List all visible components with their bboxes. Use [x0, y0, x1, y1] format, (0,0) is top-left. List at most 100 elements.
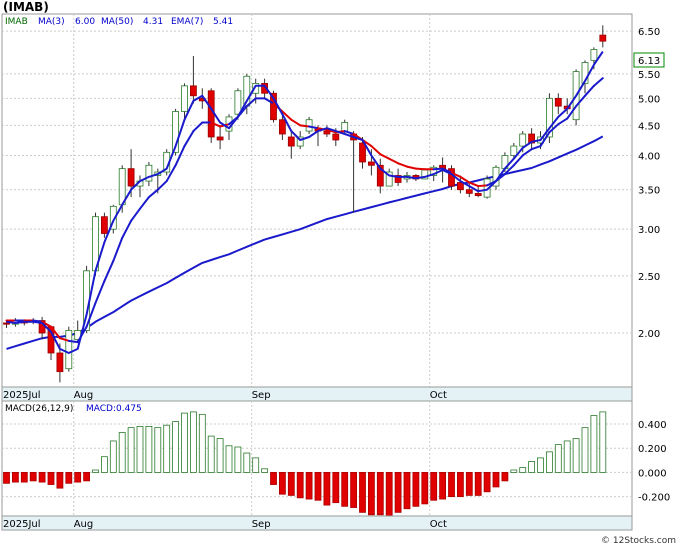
- macd-bar: [359, 472, 366, 513]
- candle: [65, 326, 73, 372]
- macd-bar: [537, 457, 544, 473]
- ema7-segment: [477, 184, 489, 188]
- price-tick-label: 5.00: [638, 94, 660, 105]
- macd-bar: [448, 472, 455, 498]
- price-panel-frame: [1, 13, 633, 388]
- month-label: Aug: [74, 519, 94, 530]
- price-tick-label: 2.00: [638, 329, 660, 340]
- candle-body: [510, 145, 518, 156]
- macd-bar: [278, 472, 286, 495]
- macd-bar: [572, 438, 580, 473]
- month-label: Oct: [430, 390, 447, 401]
- candle-body: [65, 330, 73, 370]
- macd-bar: [528, 461, 535, 473]
- price-tick-label: 6.50: [638, 27, 660, 38]
- price-tick-label: 4.00: [638, 151, 660, 162]
- macd-bar: [3, 472, 10, 484]
- macd-bar: [74, 472, 82, 483]
- macd-bar: [47, 472, 55, 485]
- macd-bar: [590, 415, 598, 473]
- macd-bar: [519, 467, 527, 473]
- macd-bar: [599, 411, 607, 473]
- macd-bar: [323, 472, 331, 506]
- macd-bar: [101, 456, 108, 473]
- macd-bar: [225, 445, 233, 473]
- legend-ma50-label: MA(50): [101, 17, 133, 27]
- month-label: 2025Jul: [3, 390, 41, 401]
- candle-body: [189, 85, 197, 97]
- candle-body: [599, 34, 607, 42]
- last-price-label: 6.13: [638, 56, 660, 67]
- macd-bar: [181, 412, 188, 473]
- macd-bar: [305, 472, 313, 500]
- macd-bar: [270, 472, 277, 485]
- macd-bar: [563, 440, 571, 473]
- ema7-segment: [299, 124, 311, 128]
- ema7-segment: [432, 167, 444, 171]
- candle-body: [101, 216, 108, 234]
- candle-body: [181, 85, 188, 112]
- macd-bar: [234, 446, 242, 473]
- candle-body: [465, 189, 473, 194]
- stock-chart: 2.00 2.50 3.00 3.50 4.00 4.50 5.00 5.50 6.50 (IM…: [0, 0, 680, 546]
- macd-bar: [198, 413, 206, 473]
- macd-value: MACD:0.475: [86, 404, 142, 414]
- macd-bar: [163, 424, 171, 473]
- macd-bar: [243, 452, 251, 473]
- price-date-band: [1, 386, 633, 402]
- macd-bar: [430, 472, 438, 501]
- macd-bar: [554, 444, 562, 473]
- candle-body: [323, 130, 331, 135]
- macd-tick-label: 0.200: [638, 444, 667, 455]
- macd-bar: [296, 472, 304, 499]
- macd-bar: [287, 472, 295, 496]
- macd-bar: [456, 472, 464, 498]
- month-label: Sep: [252, 519, 271, 530]
- macd-bar: [172, 421, 180, 473]
- macd-bar: [439, 472, 447, 500]
- legend-ticker: IMAB: [5, 17, 28, 27]
- month-label: Sep: [252, 390, 271, 401]
- price-tick-label: 4.50: [638, 121, 660, 132]
- macd-bar: [261, 468, 269, 473]
- macd-bar: [189, 411, 197, 473]
- macd-title: MACD(26,12,9): [5, 404, 73, 414]
- candle-body: [216, 136, 224, 141]
- candle-body: [287, 136, 295, 147]
- macd-bar: [92, 469, 99, 473]
- macd-bar: [385, 472, 393, 517]
- candle-body: [367, 161, 375, 166]
- macd-tick-label: -0.200: [638, 493, 670, 504]
- candle-body: [456, 182, 464, 191]
- candle-body: [234, 90, 242, 115]
- watermark: © 12Stocks.com: [601, 536, 676, 546]
- macd-bar: [38, 472, 46, 483]
- candle-body: [359, 142, 366, 163]
- candle-body: [474, 192, 482, 197]
- chart-title: (IMAB): [3, 0, 49, 14]
- macd-bar: [56, 472, 64, 489]
- candle-body: [3, 322, 10, 325]
- month-label: Oct: [430, 519, 447, 530]
- macd-bar: [403, 472, 411, 510]
- legend-ma50-value: 4.31: [143, 17, 163, 27]
- macd-bar: [421, 472, 429, 505]
- candle-body: [554, 97, 562, 107]
- macd-bar: [314, 472, 322, 501]
- candle-body: [278, 119, 286, 135]
- macd-bar: [483, 472, 491, 493]
- legend-ema7-value: 5.41: [213, 17, 233, 27]
- legend-ma3-label: MA(3): [38, 17, 65, 27]
- candle-body: [590, 49, 598, 61]
- macd-bar: [367, 472, 375, 516]
- macd-bar: [492, 472, 500, 488]
- price-tick-label: 5.50: [638, 70, 660, 81]
- legend-ema7-label: EMA(7): [171, 17, 203, 27]
- candle-body: [332, 133, 340, 141]
- ema7-segment: [67, 339, 79, 344]
- macd-bar: [510, 469, 518, 473]
- last-price-badge: 6.13: [633, 52, 665, 68]
- macd-bar: [581, 427, 589, 473]
- month-label: 2025Jul: [3, 519, 41, 530]
- macd-bar: [376, 472, 384, 516]
